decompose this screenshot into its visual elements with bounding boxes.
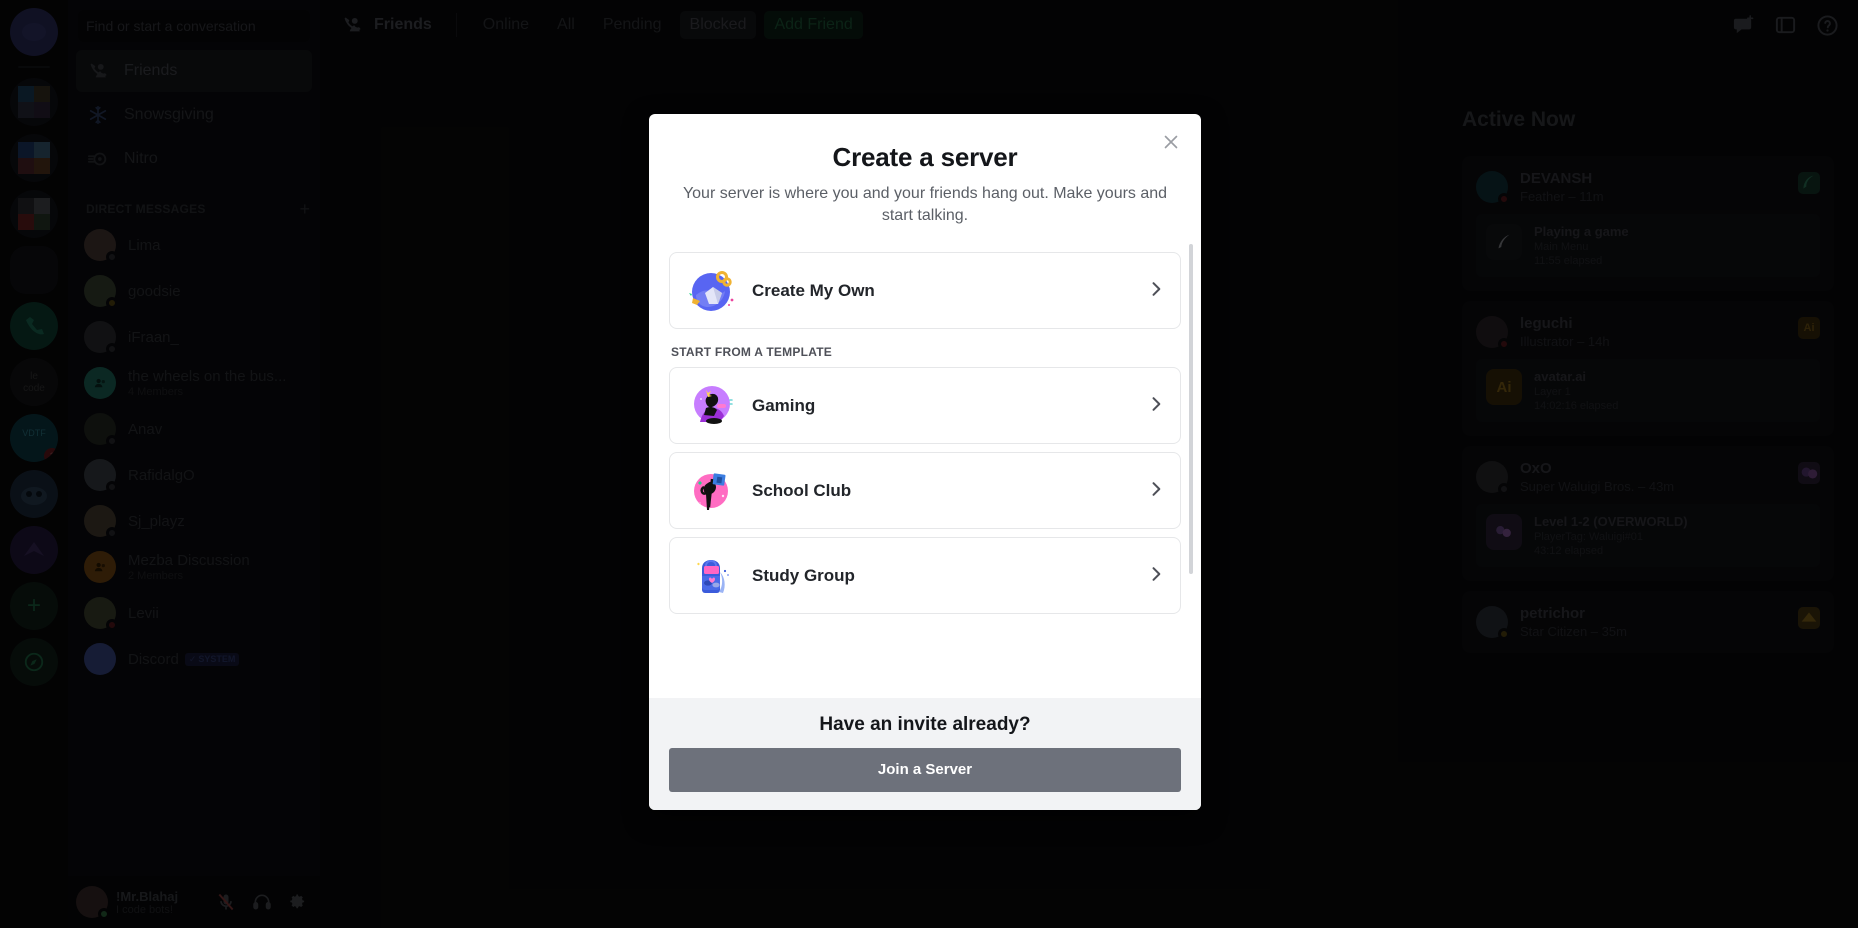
modal-options-scroll[interactable]: Create My Own START FROM A TEMPLATE Gami… [649,236,1201,698]
template-option-gaming[interactable]: Gaming [669,367,1181,445]
chevron-right-icon [1146,394,1166,418]
invite-prompt: Have an invite already? [819,714,1031,735]
chevron-right-icon [1146,279,1166,303]
school-club-art [686,465,738,517]
option-label: School Club [752,480,852,500]
create-server-modal: Create a server Your server is where you… [649,114,1201,810]
option-label: Study Group [752,565,855,585]
modal-subtitle: Your server is where you and your friend… [682,185,1168,224]
option-label: Gaming [752,395,816,415]
join-server-button[interactable]: Join a Server [669,748,1181,792]
discord-app-window: lecode VDTF 1 + Find or start a conversa… [0,0,1858,928]
globe-gem-art [686,265,738,317]
modal-header: Create a server Your server is where you… [649,114,1201,236]
chevron-right-icon [1146,479,1166,503]
template-option-school-club[interactable]: School Club [669,452,1181,530]
scrollbar[interactable] [1189,244,1193,575]
templates-section-label: START FROM A TEMPLATE [671,345,833,360]
gaming-art [686,380,738,432]
template-option-study-group[interactable]: Study Group [669,537,1181,615]
chevron-right-icon [1146,564,1166,588]
study-group-art [686,550,738,602]
create-my-own-option[interactable]: Create My Own [669,252,1181,330]
modal-footer: Have an invite already? Join a Server [649,698,1201,810]
option-label: Create My Own [752,280,875,300]
modal-title: Create a server [832,142,1018,172]
close-icon[interactable] [1157,128,1185,156]
